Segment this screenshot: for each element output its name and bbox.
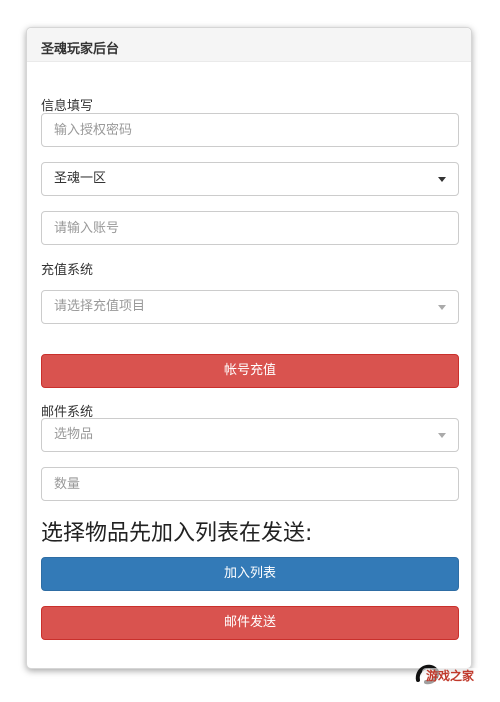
quantity-field[interactable] <box>41 467 459 501</box>
info-section-label: 信息填写 <box>41 99 94 114</box>
add-to-list-button[interactable]: 加入列表 <box>41 557 459 591</box>
recharge-select-placeholder: 请选择充值项目 <box>54 299 146 314</box>
recharge-section-label: 充值系统 <box>41 263 94 278</box>
account-field[interactable] <box>41 211 459 245</box>
chevron-down-icon <box>438 177 446 182</box>
account-input[interactable] <box>42 212 458 244</box>
auth-password-field[interactable] <box>41 113 459 147</box>
auth-password-input[interactable] <box>42 114 458 146</box>
item-select-placeholder: 选物品 <box>54 427 94 442</box>
admin-panel: 圣魂玩家后台 信息填写 圣魂一区 充值系统 请选择充值项目 帐号充值 邮件系统 … <box>26 27 472 669</box>
instruction-text: 选择物品先加入列表在发送: <box>41 521 313 546</box>
send-mail-button[interactable]: 邮件发送 <box>41 606 459 640</box>
watermark-text: 游戏之家 <box>426 669 475 683</box>
server-select-value: 圣魂一区 <box>54 171 107 186</box>
server-select[interactable]: 圣魂一区 <box>41 162 459 196</box>
chevron-down-icon <box>438 305 446 310</box>
panel-title: 圣魂玩家后台 <box>27 28 471 62</box>
recharge-button[interactable]: 帐号充值 <box>41 354 459 388</box>
recharge-item-select[interactable]: 请选择充值项目 <box>41 290 459 324</box>
chevron-down-icon <box>438 433 446 438</box>
quantity-input[interactable] <box>42 468 458 500</box>
item-select[interactable]: 选物品 <box>41 418 459 452</box>
